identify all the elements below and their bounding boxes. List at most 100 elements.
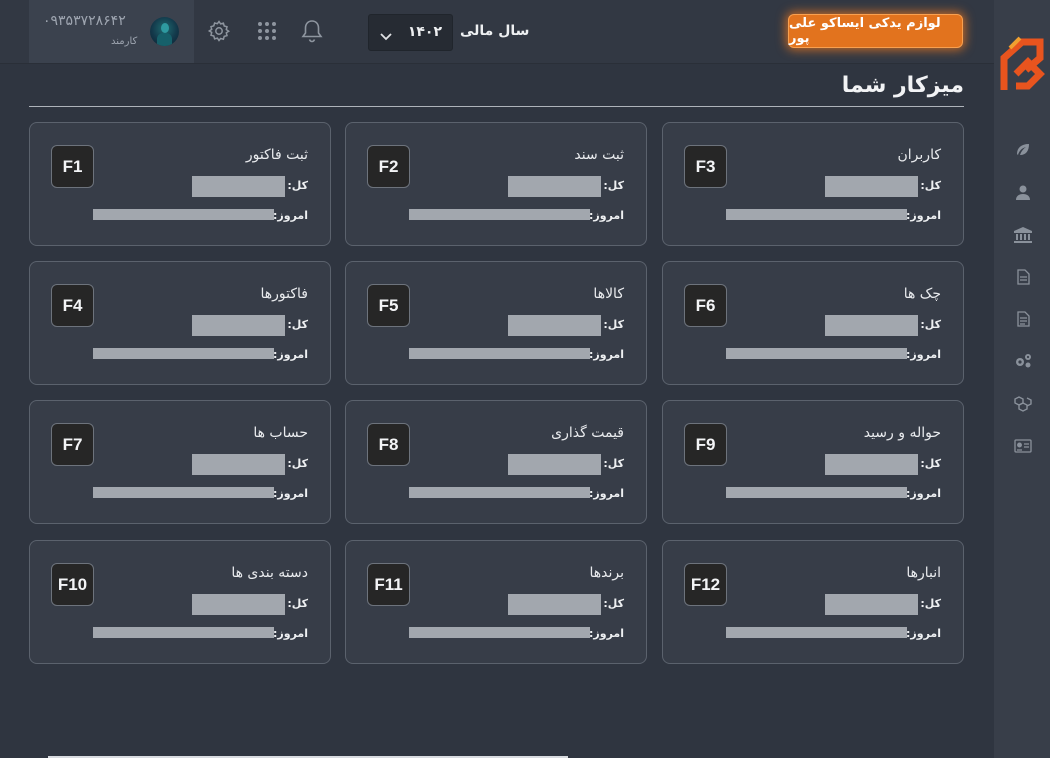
total-label: کل: (287, 179, 308, 192)
today-value-placeholder (93, 487, 274, 498)
shortcut-key: F12 (684, 563, 727, 606)
fiscal-year-select[interactable]: ۱۴۰۲ (368, 14, 453, 51)
shortcut-key: F6 (684, 284, 727, 327)
total-label: کل: (920, 179, 941, 192)
card-categories[interactable]: دسته بندی ها کل: امروز: F10 (29, 540, 331, 664)
shortcut-key: F2 (367, 145, 410, 188)
today-label: امروز: (589, 627, 624, 640)
total-label: کل: (603, 318, 624, 331)
card-title: کالاها (593, 286, 624, 302)
total-value-placeholder (508, 594, 601, 615)
page-title: میزکار شما (841, 73, 964, 98)
total-value-placeholder (508, 176, 601, 197)
today-label: امروز: (589, 209, 624, 222)
total-label: کل: (603, 457, 624, 470)
sidebar (994, 0, 1050, 758)
card-invoices[interactable]: فاکتورها کل: امروز: F4 (29, 261, 331, 385)
card-cheques[interactable]: چک ها کل: امروز: F6 (662, 261, 964, 385)
total-value-placeholder (825, 176, 918, 197)
today-label: امروز: (273, 627, 308, 640)
apps-grid-icon[interactable] (254, 18, 280, 44)
total-label: کل: (287, 318, 308, 331)
id-card-icon[interactable] (1013, 436, 1033, 456)
total-value-placeholder (825, 315, 918, 336)
top-bar: ۰۹۳۵۳۷۲۸۶۴۲ کارمند ۱۴۰۲ سال مالی لوازم ی… (0, 0, 994, 64)
shortcut-key: F11 (367, 563, 410, 606)
today-value-placeholder (409, 209, 590, 220)
fiscal-year-value: ۱۴۰۲ (407, 24, 442, 40)
total-value-placeholder (192, 315, 285, 336)
gears-icon[interactable] (1013, 351, 1033, 371)
bank-icon[interactable] (1013, 225, 1033, 245)
total-label: کل: (920, 318, 941, 331)
total-value-placeholder (825, 594, 918, 615)
today-value-placeholder (409, 487, 590, 498)
total-label: کل: (920, 457, 941, 470)
settings-icon[interactable] (206, 18, 232, 44)
card-pricing[interactable]: قیمت گذاری کل: امروز: F8 (345, 400, 647, 524)
card-title: حواله و رسید (863, 425, 941, 441)
shortcut-key: F4 (51, 284, 94, 327)
fiscal-year-label: سال مالی (460, 23, 530, 39)
today-label: امروز: (273, 209, 308, 222)
card-title: ثبت فاکتور (245, 147, 308, 163)
today-label: امروز: (906, 348, 941, 361)
today-value-placeholder (93, 348, 274, 359)
today-label: امروز: (906, 487, 941, 500)
total-value-placeholder (508, 454, 601, 475)
today-value-placeholder (409, 348, 590, 359)
today-value-placeholder (726, 487, 907, 498)
report-icon[interactable] (1013, 309, 1033, 329)
title-divider (29, 106, 964, 107)
card-title: ثبت سند (574, 147, 624, 163)
today-value-placeholder (409, 627, 590, 638)
total-label: کل: (287, 597, 308, 610)
today-label: امروز: (589, 348, 624, 361)
card-title: کاربران (897, 147, 941, 163)
total-label: کل: (287, 457, 308, 470)
today-label: امروز: (906, 627, 941, 640)
card-warehouses[interactable]: انبارها کل: امروز: F12 (662, 540, 964, 664)
shortcut-key: F1 (51, 145, 94, 188)
today-value-placeholder (93, 627, 274, 638)
user-profile[interactable]: ۰۹۳۵۳۷۲۸۶۴۲ کارمند (29, 0, 194, 63)
card-title: قیمت گذاری (551, 425, 624, 441)
chevron-down-icon (379, 27, 393, 46)
today-value-placeholder (726, 209, 907, 220)
today-label: امروز: (906, 209, 941, 222)
total-value-placeholder (192, 454, 285, 475)
shortcut-key: F5 (367, 284, 410, 327)
company-button[interactable]: لوازم یدکی ایساکو علی پور (788, 14, 963, 48)
today-value-placeholder (726, 348, 907, 359)
logo[interactable] (996, 28, 1048, 104)
shortcut-key: F7 (51, 423, 94, 466)
card-title: چک ها (903, 286, 941, 302)
card-products[interactable]: کالاها کل: امروز: F5 (345, 261, 647, 385)
card-users[interactable]: کاربران کل: امروز: F3 (662, 122, 964, 246)
avatar[interactable] (150, 17, 179, 46)
today-label: امروز: (273, 348, 308, 361)
card-title: حساب ها (253, 425, 308, 441)
today-label: امروز: (273, 487, 308, 500)
boxes-icon[interactable] (1013, 394, 1033, 414)
total-value-placeholder (508, 315, 601, 336)
bell-icon[interactable] (299, 18, 325, 44)
card-brands[interactable]: برندها کل: امروز: F11 (345, 540, 647, 664)
card-title: انبارها (906, 565, 941, 581)
user-role: کارمند (111, 36, 138, 47)
card-create-document[interactable]: ثبت سند کل: امروز: F2 (345, 122, 647, 246)
card-title: فاکتورها (260, 286, 309, 302)
shortcut-key: F8 (367, 423, 410, 466)
user-phone: ۰۹۳۵۳۷۲۸۶۴۲ (43, 13, 126, 29)
card-title: برندها (589, 565, 624, 581)
today-value-placeholder (93, 209, 274, 220)
total-label: کل: (603, 597, 624, 610)
total-value-placeholder (825, 454, 918, 475)
card-transfers-receipts[interactable]: حواله و رسید کل: امروز: F9 (662, 400, 964, 524)
shortcut-key: F9 (684, 423, 727, 466)
card-accounts[interactable]: حساب ها کل: امروز: F7 (29, 400, 331, 524)
user-icon[interactable] (1013, 182, 1033, 202)
card-create-invoice[interactable]: ثبت فاکتور کل: امروز: F1 (29, 122, 331, 246)
leaf-icon[interactable] (1013, 140, 1033, 160)
document-icon[interactable] (1013, 267, 1033, 287)
